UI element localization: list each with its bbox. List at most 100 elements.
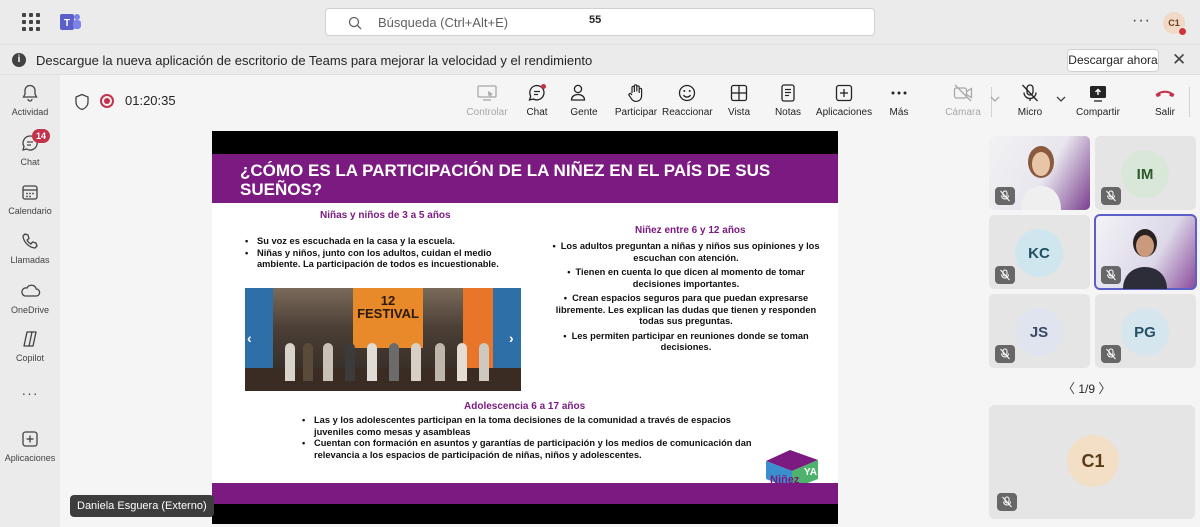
mic-button[interactable]: Micro [1016, 83, 1044, 123]
raise-hand-label: Participar [614, 107, 658, 118]
hand-icon [628, 84, 643, 102]
control-label: Controlar [466, 107, 508, 118]
apps-button[interactable]: Aplicaciones [814, 83, 874, 123]
more-button[interactable]: Más [886, 83, 912, 123]
tile-pager: 〈 1/9 〉 [1062, 378, 1111, 397]
chat-icon [528, 84, 546, 101]
mic-muted-badge [1101, 345, 1121, 363]
more-options-icon[interactable]: ··· [1132, 12, 1151, 30]
presenter-label: Daniela Esguera (Externo) [70, 495, 214, 517]
rail-item-llamadas[interactable]: Llamadas [0, 231, 60, 265]
mic-muted-badge [1101, 266, 1121, 284]
list-item: Les permiten participar en reuniones don… [550, 331, 822, 354]
mic-off-icon [1000, 190, 1010, 202]
mic-muted-badge [995, 266, 1015, 284]
chevron-down-icon[interactable] [1055, 95, 1067, 103]
react-label: Reaccionar [662, 107, 713, 118]
self-view-tile[interactable]: C1 [989, 405, 1195, 519]
user-avatar[interactable]: C1 [1163, 12, 1187, 36]
more-label: Más [889, 107, 909, 118]
rail-item-actividad[interactable]: Actividad [0, 83, 60, 117]
mic-off-icon [1000, 348, 1010, 360]
add-apps-icon [22, 431, 38, 447]
app-rail: Actividad 14 Chat Calendario Llamadas On… [0, 75, 60, 527]
list-item: Crean espacios seguros para que puedan e… [550, 293, 822, 328]
banner-message: Descargue la nueva aplicación de escrito… [36, 53, 593, 68]
chevron-left-icon: ‹ [247, 330, 252, 346]
rail-item-chat[interactable]: 14 Chat [0, 129, 60, 167]
bottom-heading: Adolescencia 6 a 17 años [464, 401, 586, 412]
rail-label: Llamadas [10, 255, 50, 265]
more-apps-icon[interactable]: ··· [0, 385, 60, 401]
people-button[interactable]: Gente [566, 83, 602, 123]
search-icon [348, 16, 362, 30]
rail-label: Calendario [8, 206, 52, 216]
camera-button[interactable]: Cámara [945, 83, 981, 123]
mic-muted-badge [995, 345, 1015, 363]
rail-item-calendario[interactable]: Calendario [0, 182, 60, 216]
participant-tile[interactable]: JS [989, 294, 1090, 368]
mic-off-icon [1106, 269, 1116, 281]
chevron-right-icon: › [509, 330, 514, 346]
chevron-right-icon[interactable]: 〉 [1098, 381, 1111, 396]
participant-tile[interactable]: KC [989, 215, 1090, 289]
avatar: C1 [1067, 435, 1119, 487]
mic-off-icon [1002, 496, 1012, 508]
bottom-list: Las y los adolescentes participan en la … [302, 415, 752, 461]
calendar-icon [22, 185, 38, 200]
grid-view-icon [730, 84, 748, 102]
participant-tile[interactable] [989, 136, 1090, 210]
react-button[interactable]: Reaccionar [662, 83, 713, 123]
control-button[interactable]: Controlar [464, 83, 510, 123]
participant-video [1123, 229, 1167, 289]
mic-off-icon [1106, 348, 1116, 360]
chevron-down-icon[interactable] [989, 95, 1001, 103]
leave-button[interactable]: Salir [1152, 83, 1178, 123]
download-button[interactable]: Descargar ahora [1067, 49, 1159, 72]
phone-icon [22, 233, 38, 249]
mic-off-icon [1022, 84, 1038, 102]
participant-tile[interactable] [1094, 214, 1197, 290]
chat-button[interactable]: Chat [522, 83, 552, 123]
rail-label: Copilot [15, 353, 44, 363]
raise-hand-button[interactable]: Participar [614, 83, 658, 123]
notes-label: Notas [774, 107, 802, 118]
participant-tile[interactable]: IM [1095, 136, 1196, 210]
avatar: IM [1121, 150, 1169, 198]
pager-text: 1/9 [1078, 382, 1096, 396]
slide-letterbox-bottom [212, 504, 838, 524]
mic-label: Micro [1017, 107, 1043, 118]
notes-button[interactable]: Notas [773, 83, 803, 123]
view-button[interactable]: Vista [726, 83, 752, 123]
avatar: PG [1121, 308, 1169, 356]
recording-icon [100, 94, 114, 108]
close-icon[interactable]: ✕ [1172, 50, 1186, 70]
right-heading: Niñez entre 6 y 12 años [635, 225, 746, 236]
share-label: Compartir [1076, 107, 1120, 118]
list-item: Las y los adolescentes participan en la … [302, 415, 752, 438]
teams-logo-icon: T [60, 14, 81, 30]
list-item: Tienen en cuenta lo que dicen al momento… [550, 267, 822, 290]
rail-item-onedrive[interactable]: OneDrive [0, 281, 60, 315]
svg-text:T: T [64, 18, 70, 29]
chevron-left-icon[interactable]: 〈 [1062, 381, 1075, 396]
rail-label: Actividad [11, 107, 49, 117]
people-count: 55 [589, 14, 602, 26]
rail-label: Aplicaciones [4, 453, 56, 463]
slide-letterbox-top [212, 131, 838, 154]
participant-tile[interactable]: PG [1095, 294, 1196, 368]
shield-icon [75, 93, 89, 111]
add-apps-icon [835, 84, 853, 102]
rail-item-aplicaciones[interactable]: Aplicaciones [0, 429, 60, 463]
right-list: Los adultos preguntan a niñas y niños su… [550, 241, 822, 354]
avatar: KC [1015, 229, 1063, 277]
app-launcher-icon[interactable] [22, 13, 40, 31]
meeting-timer: 01:20:35 [125, 93, 176, 108]
mic-off-icon [1106, 190, 1116, 202]
share-icon [1090, 86, 1106, 102]
share-button[interactable]: Compartir [1075, 83, 1121, 123]
rail-item-copilot[interactable]: Copilot [0, 329, 60, 363]
camera-off-icon [953, 84, 973, 102]
mic-muted-badge [997, 493, 1017, 511]
status-dot [1178, 27, 1187, 36]
